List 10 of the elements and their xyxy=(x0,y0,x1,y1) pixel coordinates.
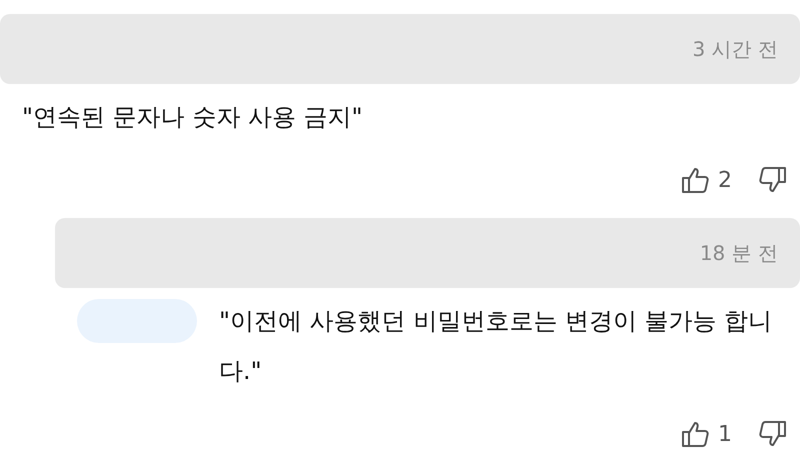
thumbs-down-icon[interactable] xyxy=(758,419,788,449)
like-count: 1 xyxy=(718,422,732,446)
thumbs-up-icon[interactable] xyxy=(680,165,710,195)
comment-text: "이전에 사용했던 비밀번호로는 변경이 불가능 합니다." xyxy=(219,306,774,387)
comment-text: "연속된 문자나 숫자 사용 금지" xyxy=(22,102,364,133)
timestamp: 3 시간 전 xyxy=(692,36,778,62)
like-count: 2 xyxy=(718,168,732,192)
thumbs-up-icon[interactable] xyxy=(680,419,710,449)
timestamp: 18 분 전 xyxy=(700,240,778,266)
thumbs-down-icon[interactable] xyxy=(758,165,788,195)
